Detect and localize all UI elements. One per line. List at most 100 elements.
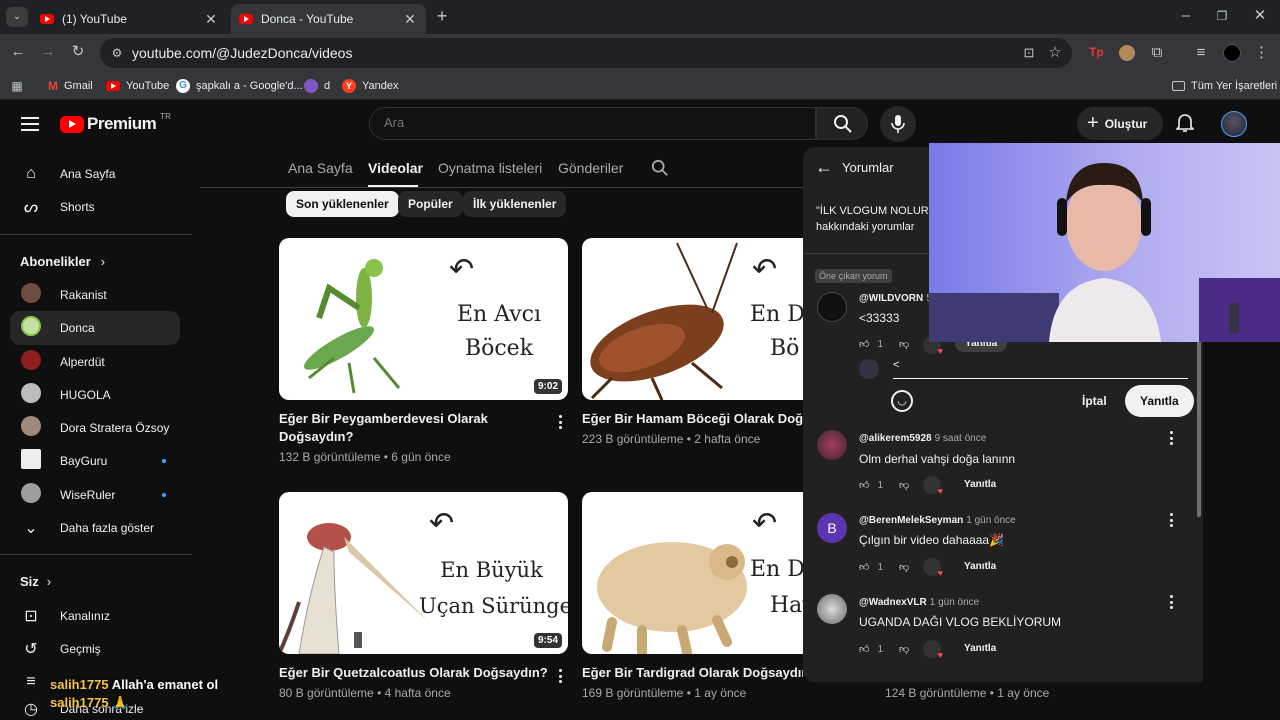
reading-list-icon[interactable]: ≡ bbox=[1191, 43, 1211, 63]
address-bar[interactable]: ⚙ youtube.com/@JudezDonca/videos ⊡ ☆ bbox=[100, 38, 1072, 68]
commenter-avatar[interactable] bbox=[817, 594, 847, 624]
sidebar-item-donca[interactable]: Donca bbox=[10, 311, 180, 345]
tab-posts[interactable]: Gönderiler bbox=[558, 160, 623, 176]
like-icon[interactable]: 👍︎ bbox=[859, 561, 869, 573]
show-more-button[interactable]: ⌄ Daha fazla göster bbox=[10, 511, 180, 545]
sidebar-item-bayguru[interactable]: BayGuru bbox=[10, 444, 180, 478]
video-thumbnail[interactable]: En Avcı Böcek ↶ 9:02 bbox=[279, 238, 568, 400]
emoji-icon[interactable]: ◡ bbox=[891, 390, 913, 412]
bookmark-label: Tüm Yer İşaretleri bbox=[1191, 80, 1278, 92]
close-tab-icon[interactable]: ✕ bbox=[402, 11, 418, 28]
bookmark-d[interactable]: d bbox=[304, 77, 330, 95]
sidebar-item-wiseruler[interactable]: WiseRuler bbox=[10, 478, 180, 512]
section-title: Abonelikler bbox=[20, 254, 91, 269]
all-bookmarks[interactable]: Tüm Yer İşaretleri bbox=[1172, 77, 1277, 95]
video-menu-icon[interactable] bbox=[552, 414, 568, 430]
sidebar-item-alperdut[interactable]: Alperdüt bbox=[10, 345, 180, 379]
minimize-icon[interactable]: – bbox=[1176, 6, 1196, 26]
video-menu-icon[interactable] bbox=[552, 668, 568, 684]
search-button[interactable] bbox=[816, 107, 868, 140]
bookmark-gmail[interactable]: M Gmail bbox=[48, 77, 93, 95]
arrow-icon: ↶ bbox=[752, 507, 778, 540]
commenter-avatar[interactable]: B bbox=[817, 513, 847, 543]
video-title[interactable]: Eğer Bir Hamam Böceği Olarak Doğsa bbox=[582, 410, 803, 428]
video-meta: 80 B görüntüleme • 4 hafta önce bbox=[279, 686, 451, 700]
subscriptions-heading[interactable]: Abonelikler › bbox=[20, 254, 105, 269]
install-app-icon[interactable]: ⊡ bbox=[1020, 43, 1038, 63]
sidebar-item-rakanist[interactable]: Rakanist bbox=[10, 278, 180, 312]
comment-author[interactable]: @WadnexVLR 1 gün önce bbox=[859, 597, 979, 608]
comment-menu-icon[interactable] bbox=[1163, 594, 1179, 610]
video-thumbnail[interactable]: En Büyük Uçan Sürüngen ↶ 9:54 bbox=[279, 492, 568, 654]
search-box[interactable] bbox=[369, 107, 816, 140]
bookmark-yandex[interactable]: Y Yandex bbox=[342, 77, 399, 95]
new-tab-icon[interactable]: + bbox=[432, 6, 452, 26]
reply-input[interactable]: < bbox=[893, 359, 1188, 379]
forward-icon[interactable]: → bbox=[38, 42, 58, 62]
comment-menu-icon[interactable] bbox=[1163, 512, 1179, 528]
commenter-avatar[interactable] bbox=[817, 292, 847, 322]
comment-actions: 👍︎ 1 👎︎ bbox=[859, 336, 909, 352]
chip-popular[interactable]: Popüler bbox=[398, 191, 463, 217]
sidebar-item-home[interactable]: ⌂ Ana Sayfa bbox=[10, 157, 180, 191]
close-tab-icon[interactable]: ✕ bbox=[203, 11, 219, 28]
reply-button[interactable]: Yanıtla bbox=[964, 479, 996, 490]
tab-youtube-home[interactable]: (1) YouTube ✕ bbox=[32, 4, 227, 34]
reload-icon[interactable]: ↻ bbox=[68, 42, 88, 62]
apps-grid-icon[interactable]: ▦ bbox=[8, 76, 26, 96]
tab-videos[interactable]: Videolar bbox=[368, 160, 423, 176]
like-icon[interactable]: 👍︎ bbox=[859, 643, 869, 655]
sidebar-item-shorts[interactable]: ᔕ Shorts bbox=[10, 190, 180, 224]
extensions-puzzle-icon[interactable]: ⧉ bbox=[1147, 43, 1167, 63]
reply-button[interactable]: Yanıtla bbox=[964, 643, 996, 654]
maximize-icon[interactable]: ❐ bbox=[1212, 6, 1232, 26]
reply-button[interactable]: Yanıtla bbox=[964, 561, 996, 572]
tab-search-icon[interactable]: ⌄ bbox=[6, 7, 28, 27]
sidebar-item-dora[interactable]: Dora Stratera Özsoy bbox=[10, 411, 180, 445]
tab-playlists[interactable]: Oynatma listeleri bbox=[438, 160, 542, 176]
bookmark-star-icon[interactable]: ☆ bbox=[1046, 43, 1064, 63]
extension-cookie-icon[interactable] bbox=[1119, 45, 1135, 61]
chip-latest[interactable]: Son yüklenenler bbox=[286, 191, 399, 217]
browser-menu-icon[interactable]: ⋮ bbox=[1254, 43, 1269, 63]
bookmark-google[interactable]: G şapkalı a - Google'd... bbox=[176, 77, 303, 95]
sidebar-item-hugola[interactable]: HUGOLA bbox=[10, 378, 180, 412]
comment-menu-icon[interactable] bbox=[1163, 430, 1179, 446]
tab-donca[interactable]: Donca - YouTube ✕ bbox=[231, 4, 426, 34]
commenter-avatar[interactable] bbox=[817, 430, 847, 460]
video-title[interactable]: Eğer Bir Quetzalcoatlus Olarak Doğsaydın… bbox=[279, 664, 549, 682]
channel-search-icon[interactable] bbox=[651, 159, 669, 177]
sidebar-item-your-channel[interactable]: ⊡ Kanalınız bbox=[10, 599, 180, 633]
bookmark-youtube[interactable]: YouTube bbox=[106, 77, 169, 95]
account-avatar[interactable] bbox=[1221, 111, 1247, 137]
search-input[interactable] bbox=[384, 115, 784, 130]
you-heading[interactable]: Siz › bbox=[20, 574, 51, 589]
profile-avatar[interactable] bbox=[1223, 44, 1241, 62]
sidebar-item-history[interactable]: ↺ Geçmiş bbox=[10, 632, 180, 666]
dislike-icon[interactable]: 👎︎ bbox=[899, 561, 909, 573]
notifications-bell-icon[interactable] bbox=[1176, 113, 1196, 135]
dislike-icon[interactable]: 👎︎ bbox=[899, 479, 909, 491]
voice-search-button[interactable] bbox=[880, 106, 916, 142]
comment-author[interactable]: @BerenMelekSeyman 1 gün önce bbox=[859, 515, 1016, 526]
back-icon[interactable]: ← bbox=[8, 42, 28, 62]
cancel-button[interactable]: İptal bbox=[1082, 394, 1107, 408]
dislike-icon[interactable]: 👎︎ bbox=[899, 338, 909, 350]
extension-tp-icon[interactable]: Tp bbox=[1089, 45, 1105, 61]
comment-author[interactable]: @alikerem5928 9 saat önce bbox=[859, 433, 986, 444]
submit-reply-button[interactable]: Yanıtla bbox=[1125, 385, 1194, 417]
like-icon[interactable]: 👍︎ bbox=[859, 338, 869, 350]
back-arrow-icon[interactable]: ← bbox=[815, 157, 833, 178]
comment-author[interactable]: @WILDVORN 5 bbox=[859, 293, 932, 304]
tab-home[interactable]: Ana Sayfa bbox=[288, 160, 353, 176]
like-icon[interactable]: 👍︎ bbox=[859, 479, 869, 491]
window-close-icon[interactable]: ✕ bbox=[1250, 6, 1270, 26]
video-title[interactable]: Eğer Bir Tardigrad Olarak Doğsaydın? bbox=[582, 664, 803, 682]
dislike-icon[interactable]: 👎︎ bbox=[899, 643, 909, 655]
chip-oldest[interactable]: İlk yüklenenler bbox=[463, 191, 567, 217]
video-title[interactable]: Eğer Bir Peygamberdevesi Olarak Doğsaydı… bbox=[279, 410, 539, 446]
video-thumbnail[interactable]: En D Hay ↶ bbox=[582, 492, 812, 654]
create-button[interactable]: + Oluştur bbox=[1077, 107, 1163, 140]
video-thumbnail[interactable]: En D Bö ↶ bbox=[582, 238, 812, 400]
site-info-icon[interactable]: ⚙ bbox=[108, 43, 126, 63]
